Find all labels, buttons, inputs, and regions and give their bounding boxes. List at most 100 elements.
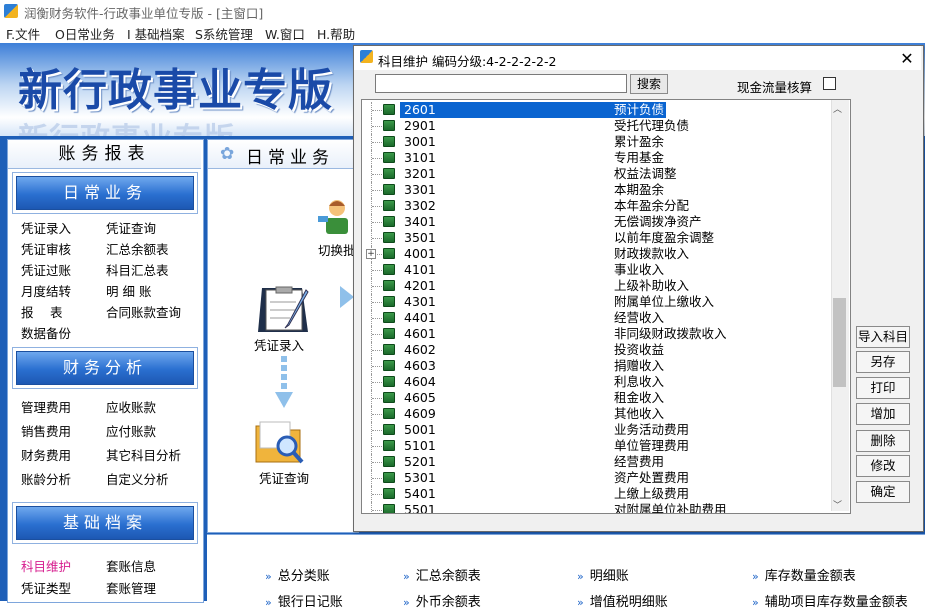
tree-row[interactable]: 4101 事业收入 (362, 262, 832, 278)
tree-row[interactable]: 3001 累计盈余 (362, 134, 832, 150)
tree-row[interactable]: 3302 本年盈余分配 (362, 198, 832, 214)
sidebar-item-voucher-query[interactable]: 凭证查询 (106, 218, 156, 237)
sidebar-item-account-maintenance[interactable]: 科目维护 (21, 556, 71, 575)
account-tree: 2601 预计负债 2901 受托代理负债 3001 累计盈余 3101 专用基金 3201 权益… (361, 99, 851, 514)
tree-row[interactable]: 4605 租金收入 (362, 390, 832, 406)
menu-window[interactable]: W.窗口 (265, 24, 305, 43)
tree-row[interactable]: +4001 财政拨款收入 (362, 246, 832, 262)
sidebar-item-admin-expense[interactable]: 管理费用 (21, 397, 71, 416)
delete-button[interactable]: 删除 (856, 430, 910, 452)
section-daily-business-button[interactable]: 日常业务 (16, 176, 194, 210)
account-name: 财政拨款收入 (614, 246, 690, 261)
account-name: 事业收入 (614, 262, 665, 277)
print-button[interactable]: 打印 (856, 377, 910, 399)
import-account-button[interactable]: 导入科目 (856, 326, 910, 348)
book-icon (383, 296, 395, 307)
sidebar-item-account-summary[interactable]: 科目汇总表 (106, 260, 169, 279)
book-icon (383, 344, 395, 355)
tree-row[interactable]: 4609 其他收入 (362, 406, 832, 422)
sidebar-item-receivables[interactable]: 应收账款 (106, 397, 156, 416)
account-name: 无偿调拨净资产 (614, 214, 702, 229)
account-code: 5001 (404, 422, 436, 437)
tree-row[interactable]: 4601 非同级财政拨款收入 (362, 326, 832, 342)
scroll-down-icon[interactable]: ﹀ (833, 498, 842, 511)
account-name: 上缴上级费用 (614, 486, 690, 501)
quick-link-detail-ledger[interactable]: » 明细账 (577, 565, 629, 584)
save-as-button[interactable]: 另存 (856, 351, 910, 373)
tree-row[interactable]: 5201 经营费用 (362, 454, 832, 470)
sidebar-item-voucher-posting[interactable]: 凭证过账 (21, 260, 71, 279)
menu-daily-business[interactable]: O日常业务 (55, 24, 115, 43)
switch-label[interactable]: 切换批 (318, 240, 356, 259)
folder-search-icon[interactable] (254, 418, 306, 466)
tree-row[interactable]: 4603 捐赠收入 (362, 358, 832, 374)
sidebar-item-aging-analysis[interactable]: 账龄分析 (21, 469, 71, 488)
tree-row[interactable]: 4602 投资收益 (362, 342, 832, 358)
tree-row[interactable]: 4301 附属单位上缴收入 (362, 294, 832, 310)
tree-row[interactable]: 5101 单位管理费用 (362, 438, 832, 454)
tree-row[interactable]: 5001 业务活动费用 (362, 422, 832, 438)
tree-row[interactable]: 3501 以前年度盈余调整 (362, 230, 832, 246)
tree-row[interactable]: 5501 对附属单位补助费用 (362, 502, 832, 513)
expand-plus-icon[interactable]: + (366, 249, 376, 259)
menu-base-archive[interactable]: I 基础档案 (127, 24, 185, 43)
sidebar-item-ledger-manage[interactable]: 套账管理 (106, 578, 156, 597)
book-icon (383, 488, 395, 499)
account-name: 受托代理负债 (614, 118, 690, 133)
sidebar-item-other-account-analysis[interactable]: 其它科目分析 (106, 445, 181, 464)
tree-row[interactable]: 3301 本期盈余 (362, 182, 832, 198)
tree-row[interactable]: 4604 利息收入 (362, 374, 832, 390)
sidebar-item-contract-query[interactable]: 合同账款查询 (106, 302, 181, 321)
sidebar-item-ledger-detail[interactable]: 明 细 账 (106, 281, 151, 300)
sidebar-item-data-backup[interactable]: 数据备份 (21, 323, 71, 342)
section-base-archive-button[interactable]: 基础档案 (16, 506, 194, 540)
cashflow-checkbox[interactable] (823, 77, 836, 90)
search-input[interactable] (375, 74, 627, 93)
scroll-up-icon[interactable]: ︿ (833, 102, 842, 115)
tree-row[interactable]: 4201 上级补助收入 (362, 278, 832, 294)
menu-help[interactable]: H.帮助 (317, 24, 355, 43)
sidebar-item-sales-expense[interactable]: 销售费用 (21, 421, 71, 440)
tree-row[interactable]: 2901 受托代理负债 (362, 118, 832, 134)
menu-system-admin[interactable]: S系统管理 (195, 24, 253, 43)
tree-row[interactable]: 5301 资产处置费用 (362, 470, 832, 486)
sidebar-item-voucher-entry[interactable]: 凭证录入 (21, 218, 71, 237)
scrollbar-thumb[interactable] (833, 298, 846, 387)
search-button[interactable]: 搜索 (630, 74, 668, 94)
add-button[interactable]: 增加 (856, 403, 910, 425)
confirm-button[interactable]: 确定 (856, 481, 910, 503)
sidebar-item-voucher-type[interactable]: 凭证类型 (21, 578, 71, 597)
sidebar-item-ledger-info[interactable]: 套账信息 (106, 556, 156, 575)
sidebar-item-payables[interactable]: 应付账款 (106, 421, 156, 440)
account-code: 4301 (404, 294, 436, 309)
tree-row[interactable]: 2601 预计负债 (362, 102, 832, 118)
tree-row[interactable]: 5401 上缴上级费用 (362, 486, 832, 502)
sidebar-item-voucher-audit[interactable]: 凭证审核 (21, 239, 71, 258)
sidebar-item-reports[interactable]: 报 表 (21, 302, 62, 321)
book-icon (383, 120, 395, 131)
sidebar-item-finance-expense[interactable]: 财务费用 (21, 445, 71, 464)
sidebar-item-month-close[interactable]: 月度结转 (21, 281, 71, 300)
close-icon[interactable]: ✕ (897, 49, 917, 69)
quick-link-general-ledger[interactable]: » 总分类账 (265, 565, 330, 584)
section-financial-analysis-button[interactable]: 财务分析 (16, 351, 194, 385)
clipboard-pen-icon[interactable] (248, 284, 316, 336)
tree-line (372, 366, 382, 367)
book-icon (383, 424, 395, 435)
tree-row[interactable]: 3201 权益法调整 (362, 166, 832, 182)
quick-link-summary-balance[interactable]: » 汇总余额表 (403, 565, 481, 584)
sidebar-item-summary-balance[interactable]: 汇总余额表 (106, 239, 169, 258)
quick-link-inventory-qty[interactable]: » 库存数量金额表 (752, 565, 856, 584)
tree-row[interactable]: 4401 经营收入 (362, 310, 832, 326)
account-code: 4401 (404, 310, 436, 325)
tree-row[interactable]: 3401 无偿调拨净资产 (362, 214, 832, 230)
account-code: 4001 (404, 246, 436, 261)
menu-file[interactable]: F.文件 (6, 24, 40, 43)
voucher-query-label[interactable]: 凭证查询 (259, 468, 309, 487)
voucher-entry-label[interactable]: 凭证录入 (254, 335, 304, 354)
sidebar-item-custom-analysis[interactable]: 自定义分析 (106, 469, 169, 488)
switch-user-icon[interactable] (318, 196, 358, 240)
account-name: 利息收入 (614, 374, 665, 389)
tree-row[interactable]: 3101 专用基金 (362, 150, 832, 166)
edit-button[interactable]: 修改 (856, 455, 910, 477)
